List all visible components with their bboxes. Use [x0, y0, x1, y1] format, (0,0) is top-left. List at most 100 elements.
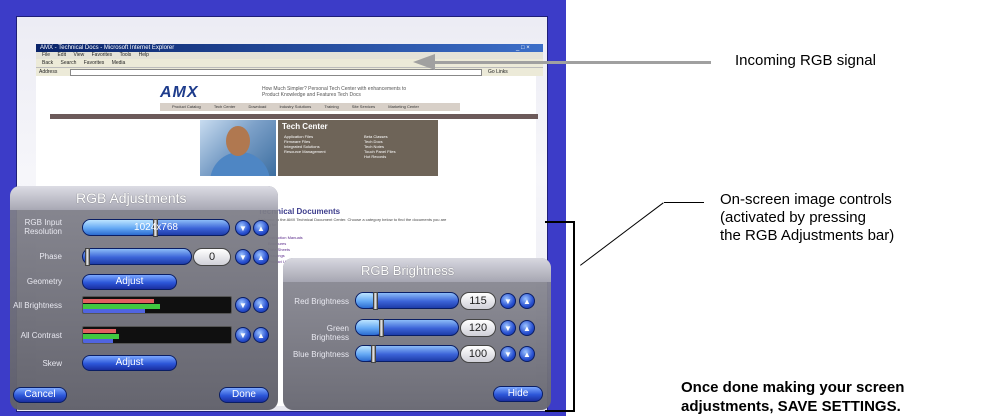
rgb-brightness-panel: RGB Brightness Red Brightness 115 ▼ ▲ Gr… [283, 258, 551, 410]
window-buttons[interactable]: _ □ × [516, 44, 530, 52]
phase-label: Phase [39, 252, 62, 261]
amx-logo[interactable]: AMX [160, 84, 199, 102]
links-label[interactable]: Links [496, 69, 508, 75]
bracket-top [545, 221, 575, 223]
bracket-vertical [573, 221, 575, 412]
red-brightness-thumb[interactable] [373, 292, 379, 310]
hide-button[interactable]: Hide [493, 386, 543, 402]
tech-center-photo [200, 120, 276, 176]
all-brightness-label: All Brightness [13, 301, 62, 310]
red-brightness-label: Red Brightness [294, 297, 349, 306]
phase-down-button[interactable]: ▼ [235, 249, 251, 265]
tc-link[interactable]: Resource Management [284, 149, 326, 154]
phase-thumb[interactable] [85, 248, 90, 266]
rgb-brightness-bar: RGB Brightness [283, 258, 551, 282]
address-label: Address [39, 69, 58, 75]
all-contrast-meter[interactable] [82, 326, 232, 344]
nav-industry[interactable]: Industry Solutions [279, 104, 311, 109]
callout-onscreen-line1: On-screen image controls [720, 191, 892, 208]
green-brightness-value: 120 [460, 319, 496, 337]
done-button[interactable]: Done [219, 387, 269, 403]
nav-tech-center[interactable]: Tech Center [214, 104, 236, 109]
onscreen-callout-leader [664, 202, 704, 203]
amx-divider [50, 114, 538, 119]
rgb-brightness-title: RGB Brightness [361, 263, 455, 278]
resolution-up-button[interactable]: ▲ [253, 220, 269, 236]
resolution-label: RGB Input Resolution [24, 218, 62, 236]
bracket-bottom [545, 410, 575, 412]
tech-center-title: Tech Center [282, 122, 328, 131]
menu-help[interactable]: Help [139, 52, 149, 58]
blue-brightness-up-button[interactable]: ▲ [519, 346, 535, 362]
red-brightness-up-button[interactable]: ▲ [519, 293, 535, 309]
resolution-down-button[interactable]: ▼ [235, 220, 251, 236]
geometry-adjust-button[interactable]: Adjust [82, 274, 177, 290]
resolution-slider[interactable]: 1024x768 [82, 219, 230, 237]
contrast-down-button[interactable]: ▼ [235, 327, 251, 343]
amx-nav: Product Catalog Tech Center Download Ind… [160, 103, 460, 111]
menu-favorites[interactable]: Favorites [92, 52, 113, 58]
incoming-signal-arrow-line [435, 61, 711, 64]
menu-view[interactable]: View [73, 52, 84, 58]
photo-face [226, 126, 250, 156]
all-contrast-label: All Contrast [20, 331, 62, 340]
browser-title: AMX - Technical Docs - Microsoft Interne… [40, 45, 175, 51]
brightness-down-button[interactable]: ▼ [235, 297, 251, 313]
brightness-blue-level [83, 309, 146, 313]
go-button[interactable]: Go Links [488, 68, 508, 76]
search-button[interactable]: Search [61, 60, 77, 66]
green-brightness-thumb[interactable] [378, 319, 384, 337]
phase-value: 0 [193, 248, 231, 266]
phase-up-button[interactable]: ▲ [253, 249, 269, 265]
cancel-button[interactable]: Cancel [13, 387, 67, 403]
callout-save-line2: adjustments, SAVE SETTINGS. [681, 398, 901, 415]
back-button[interactable]: Back [42, 60, 53, 66]
rgb-adjustments-bar[interactable]: RGB Adjustments [10, 186, 278, 210]
resolution-value: 1024x768 [134, 222, 178, 233]
phase-slider[interactable] [82, 248, 192, 266]
menu-tools[interactable]: Tools [120, 52, 132, 58]
menu-file[interactable]: File [42, 52, 50, 58]
browser-menu-bar: File Edit View Favorites Tools Help [36, 52, 543, 59]
brightness-up-button[interactable]: ▲ [253, 297, 269, 313]
geometry-label: Geometry [26, 277, 62, 286]
callout-onscreen-line2: (activated by pressing [720, 209, 866, 226]
green-brightness-up-button[interactable]: ▲ [519, 320, 535, 336]
blue-brightness-slider[interactable] [355, 345, 459, 363]
rgb-adjustments-panel: RGB Adjustments RGB Input Resolution 102… [10, 186, 278, 410]
callout-onscreen-line3: the RGB Adjustments bar) [720, 227, 895, 244]
tc-link[interactable]: Hot Records [364, 154, 396, 159]
nav-marketing[interactable]: Marketing Center [388, 104, 419, 109]
red-brightness-slider[interactable] [355, 292, 459, 310]
blue-brightness-thumb[interactable] [371, 345, 377, 363]
nav-product-catalog[interactable]: Product Catalog [172, 104, 201, 109]
tech-center-box: Tech Center Application Files Firmware F… [278, 120, 438, 176]
media-button[interactable]: Media [112, 60, 126, 66]
onscreen-callout-diagonal [580, 202, 664, 266]
address-input[interactable] [70, 69, 482, 76]
green-brightness-slider[interactable] [355, 319, 459, 337]
nav-download[interactable]: Download [249, 104, 267, 109]
menu-edit[interactable]: Edit [57, 52, 66, 58]
skew-label: Skew [42, 359, 62, 368]
contrast-red-level [83, 329, 116, 333]
blue-brightness-label: Blue Brightness [292, 350, 349, 359]
blue-brightness-down-button[interactable]: ▼ [500, 346, 516, 362]
skew-adjust-button[interactable]: Adjust [82, 355, 177, 371]
address-bar: Address Go Links [36, 67, 543, 76]
contrast-up-button[interactable]: ▲ [253, 327, 269, 343]
callout-incoming-rgb: Incoming RGB signal [735, 52, 876, 69]
tech-center-col2: Beta Classes Tech Docs Tech Notes Touch … [364, 134, 396, 159]
favorites-button[interactable]: Favorites [84, 60, 105, 66]
green-brightness-down-button[interactable]: ▼ [500, 320, 516, 336]
all-brightness-meter[interactable] [82, 296, 232, 314]
brightness-red-level [83, 299, 155, 303]
red-brightness-value: 115 [460, 292, 496, 310]
green-brightness-label: Green Brightness [311, 324, 349, 342]
incoming-signal-arrow-head [413, 54, 435, 70]
nav-training[interactable]: Training [324, 104, 338, 109]
nav-site-services[interactable]: Site Services [352, 104, 375, 109]
contrast-blue-level [83, 339, 113, 343]
browser-title-bar: AMX - Technical Docs - Microsoft Interne… [36, 44, 543, 52]
red-brightness-down-button[interactable]: ▼ [500, 293, 516, 309]
